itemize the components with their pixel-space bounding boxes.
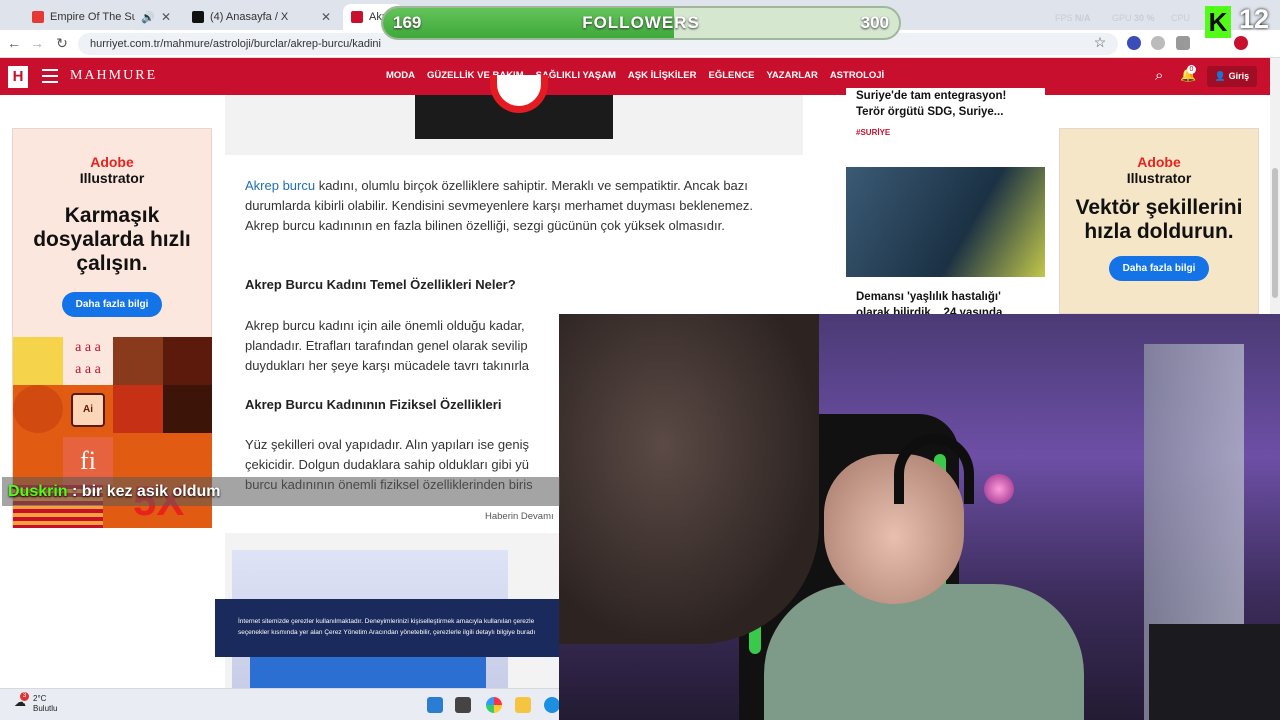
nav-moda[interactable]: MODA bbox=[386, 70, 415, 81]
edge-icon[interactable] bbox=[544, 697, 560, 713]
windows-start-icon[interactable] bbox=[427, 697, 443, 713]
chat-username: Duskrin bbox=[8, 483, 68, 500]
article-paragraph-1: Akrep burcu kadını, olumlu birçok özelli… bbox=[245, 178, 753, 233]
kick-viewer-count: K 12 bbox=[1199, 2, 1280, 40]
file-explorer-icon[interactable] bbox=[515, 697, 531, 713]
webcam-second-person bbox=[559, 314, 819, 644]
cookie-banner: İnternet sitemizde çerezler kullanılmakt… bbox=[215, 599, 560, 657]
extension-icon[interactable] bbox=[1151, 36, 1165, 50]
hurriyet-icon bbox=[351, 11, 363, 23]
ad-right[interactable]: Adobe Illustrator Vektör şekillerini hız… bbox=[1059, 128, 1259, 314]
ad-brand-product: Illustrator bbox=[1126, 170, 1192, 186]
followers-label: FOLLOWERS bbox=[582, 13, 700, 32]
webcam-person-body bbox=[764, 584, 1084, 720]
akrep-burcu-link[interactable]: Akrep burcu bbox=[245, 178, 315, 193]
webcam-lamp bbox=[984, 474, 1014, 504]
article-heading-1: Akrep Burcu Kadını Temel Özellikleri Nel… bbox=[245, 277, 516, 292]
ad-brand-product: Illustrator bbox=[79, 170, 145, 186]
kick-icon: K bbox=[1205, 6, 1231, 38]
reload-icon[interactable]: ↻ bbox=[53, 35, 71, 52]
news-card-title: Demansı 'yaşlılık hastalığı' olarak bili… bbox=[856, 291, 1003, 315]
nav-ask-iliskiler[interactable]: AŞK İLİŞKİLER bbox=[628, 70, 697, 81]
news-card-2[interactable]: Demansı 'yaşlılık hastalığı' olarak bili… bbox=[846, 289, 1045, 315]
news-card-title: Suriye'de tam entegrasyon! Terör örgütü … bbox=[856, 90, 1007, 118]
news-card-1[interactable]: Suriye'de tam entegrasyon! Terör örgütü … bbox=[846, 88, 1045, 152]
task-view-icon[interactable] bbox=[455, 697, 471, 713]
webcam-overlay bbox=[559, 314, 1280, 720]
site-header: H MAHMURE MODA GÜZELLİK VE BAKIM SAĞLIKL… bbox=[0, 58, 1270, 95]
ad-cta-button[interactable]: Daha fazla bilgi bbox=[1108, 256, 1210, 281]
puzzle-icon[interactable] bbox=[1176, 36, 1190, 50]
followers-goal-bar: FOLLOWERS 169 300 bbox=[381, 6, 901, 40]
related-article-graphic bbox=[250, 657, 486, 688]
followers-goal: 300 bbox=[860, 13, 889, 32]
speaker-icon: 🔊 bbox=[141, 11, 155, 24]
chat-message: Duskrin : bir kez asik oldum bbox=[2, 477, 560, 506]
gpu-stat: GPU 30 % bbox=[1112, 13, 1155, 23]
menu-icon[interactable] bbox=[42, 69, 58, 83]
tab-x[interactable]: (4) Anasayfa / X ✕ bbox=[184, 4, 339, 30]
chat-text: : bir kez asik oldum bbox=[67, 483, 221, 500]
copilot-icon[interactable] bbox=[486, 697, 502, 713]
x-icon bbox=[192, 11, 204, 23]
site-brand[interactable]: MAHMURE bbox=[70, 68, 157, 84]
cpu-stat: CPU bbox=[1171, 13, 1191, 23]
scrollbar-thumb[interactable] bbox=[1272, 168, 1278, 298]
fps-stat: FPS N/A bbox=[1055, 13, 1091, 23]
article-hero bbox=[225, 75, 803, 155]
back-icon[interactable]: ← bbox=[5, 35, 23, 51]
ad-cta-button[interactable]: Daha fazla bilgi bbox=[61, 292, 163, 317]
notification-badge: 0 bbox=[1187, 65, 1196, 74]
followers-current: 169 bbox=[393, 13, 422, 32]
webcam-headset bbox=[894, 434, 974, 504]
ad-left[interactable]: Adobe Illustrator Karmaşık dosyalarda hı… bbox=[12, 128, 212, 528]
ad-brand: Adobe bbox=[90, 154, 134, 170]
article-heading-2: Akrep Burcu Kadınının Fiziksel Özellikle… bbox=[245, 397, 502, 412]
youtube-icon bbox=[32, 11, 44, 23]
extension-icon[interactable] bbox=[1127, 36, 1141, 50]
ad-headline: Vektör şekillerini hızla doldurun. bbox=[1075, 196, 1243, 243]
windows-taskbar: ☁ 3 2°C Bulutlu bbox=[0, 688, 560, 720]
webcam-table bbox=[1149, 624, 1280, 720]
weather-badge: 3 bbox=[20, 692, 29, 701]
forward-icon[interactable]: → bbox=[28, 35, 46, 51]
weather-widget[interactable]: 2°C Bulutlu bbox=[33, 694, 57, 714]
search-icon[interactable]: ⌕ bbox=[1155, 67, 1163, 84]
read-more-link[interactable]: Haberin Devamı bbox=[485, 511, 554, 522]
tab-youtube[interactable]: Empire Of The Sun - We Ar 🔊 ✕ bbox=[24, 4, 179, 30]
close-tab-icon[interactable]: ✕ bbox=[321, 10, 331, 24]
nav-yazarlar[interactable]: YAZARLAR bbox=[766, 70, 817, 81]
ad-headline: Karmaşık dosyalarda hızlı çalışın. bbox=[33, 204, 191, 275]
bookmark-star-icon[interactable]: ☆ bbox=[1091, 34, 1109, 51]
close-tab-icon[interactable]: ✕ bbox=[161, 10, 171, 24]
main-nav: MODA GÜZELLİK VE BAKIM SAĞLIKLI YAŞAM AŞ… bbox=[386, 70, 884, 81]
login-button[interactable]: 👤 Giriş bbox=[1207, 66, 1257, 87]
nav-eglence[interactable]: EĞLENCE bbox=[709, 70, 755, 81]
nav-astroloji[interactable]: ASTROLOJİ bbox=[830, 70, 884, 81]
ad-brand: Adobe bbox=[1137, 154, 1181, 170]
hurriyet-logo[interactable]: H bbox=[8, 66, 28, 88]
news-card-image[interactable] bbox=[846, 167, 1045, 277]
news-card-tag[interactable]: #SURİYE bbox=[856, 128, 1035, 137]
article-paragraph-2: Akrep burcu kadını için aile önemli oldu… bbox=[245, 318, 529, 373]
